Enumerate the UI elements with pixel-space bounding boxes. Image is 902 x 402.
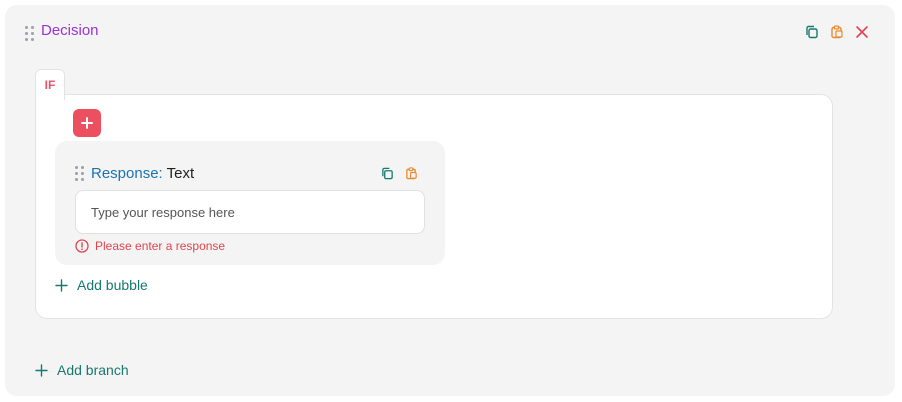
response-type: Text [166, 165, 195, 182]
drag-handle-icon[interactable] [25, 26, 34, 41]
response-input[interactable] [75, 190, 425, 234]
decision-title: Decision [41, 22, 99, 39]
error-message: Please enter a response [75, 239, 225, 253]
drag-handle-icon[interactable] [75, 166, 84, 181]
copy-icon[interactable] [805, 25, 819, 39]
add-item-button[interactable] [73, 109, 101, 137]
add-bubble-label: Add bubble [77, 277, 148, 293]
paste-icon[interactable] [405, 167, 418, 180]
error-icon [75, 239, 89, 253]
if-tab[interactable]: IF [35, 69, 65, 100]
plus-icon [35, 363, 48, 377]
plus-icon [55, 278, 68, 292]
response-title: Response: Text [91, 165, 194, 182]
paste-icon[interactable] [830, 25, 844, 39]
decision-card: Decision IF Response: Text Type your res… [5, 5, 895, 396]
error-text: Please enter a response [95, 239, 226, 253]
add-branch-label: Add branch [57, 362, 129, 378]
add-branch-button[interactable]: Add branch [35, 362, 129, 378]
response-card: Response: Text Please enter a response [55, 141, 445, 265]
add-bubble-button[interactable]: Add bubble [55, 277, 148, 293]
close-icon[interactable] [855, 25, 869, 39]
response-label: Response: [91, 165, 163, 182]
copy-icon[interactable] [381, 167, 394, 180]
